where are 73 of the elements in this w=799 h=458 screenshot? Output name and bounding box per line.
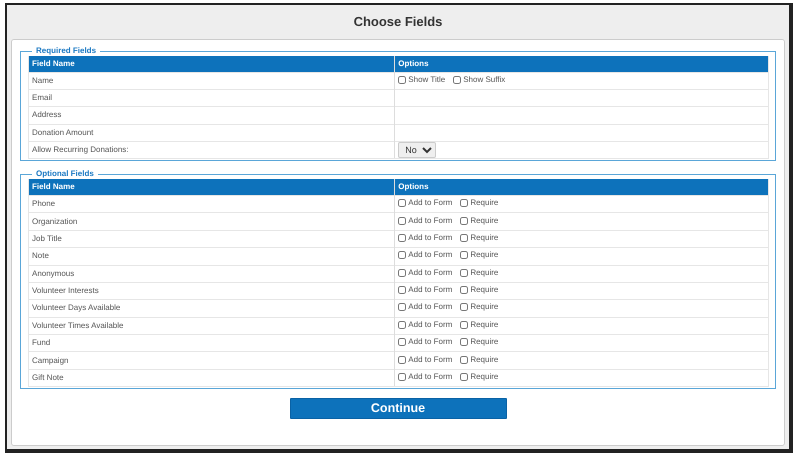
- checkbox-label[interactable]: Add to Form: [408, 197, 452, 210]
- dropdown[interactable]: No: [398, 142, 436, 158]
- checkbox[interactable]: [398, 268, 406, 277]
- table-cell: Campaign: [28, 352, 395, 370]
- checkbox[interactable]: [460, 303, 468, 312]
- table-cell: Volunteer Days Available: [28, 300, 395, 318]
- checkbox-label[interactable]: Show Title: [408, 74, 446, 86]
- checkbox[interactable]: [398, 356, 406, 364]
- checkbox-label[interactable]: Add to Form: [408, 371, 452, 384]
- checkbox-label[interactable]: Require: [470, 336, 498, 348]
- checkbox-label[interactable]: Require: [470, 197, 498, 210]
- table-cell: Donation Amount: [28, 124, 395, 142]
- checkbox-label[interactable]: Add to Form: [408, 354, 452, 366]
- column-header: Field Name: [28, 179, 395, 196]
- checkbox-label[interactable]: Require: [470, 301, 498, 314]
- column-header: Field Name: [28, 56, 395, 72]
- table-cell: Anonymous: [28, 265, 395, 282]
- checkbox[interactable]: [460, 356, 468, 364]
- table-cell: Name: [28, 72, 395, 90]
- table-cell: Phone: [28, 195, 395, 213]
- checkbox[interactable]: [398, 338, 406, 346]
- checkbox[interactable]: [398, 303, 406, 312]
- checkbox-label[interactable]: Add to Form: [408, 301, 452, 314]
- section-legend: Optional Fields: [32, 169, 98, 180]
- table-cell: Gift Note: [28, 369, 395, 387]
- checkbox[interactable]: [398, 373, 406, 382]
- checkbox[interactable]: [460, 251, 468, 260]
- checkbox-label[interactable]: Require: [470, 318, 498, 331]
- checkbox[interactable]: [453, 76, 462, 84]
- table-cell: Email: [28, 89, 395, 107]
- checkbox-label[interactable]: Add to Form: [408, 232, 452, 244]
- table-cell: Volunteer Interests: [28, 282, 395, 300]
- checkbox-label[interactable]: Require: [470, 284, 498, 296]
- section-legend: Required Fields: [32, 46, 100, 56]
- checkbox[interactable]: [460, 320, 468, 329]
- checkbox-label[interactable]: Require: [470, 249, 498, 262]
- checkbox-label[interactable]: Require: [470, 232, 498, 244]
- checkbox[interactable]: [398, 76, 406, 84]
- checkbox-label[interactable]: Add to Form: [408, 249, 452, 262]
- checkbox[interactable]: [398, 234, 406, 242]
- table-cell: Organization: [28, 212, 395, 230]
- checkbox[interactable]: [398, 286, 406, 294]
- checkbox-label[interactable]: Add to Form: [408, 336, 452, 348]
- checkbox[interactable]: [460, 373, 468, 382]
- table-cell: Fund: [28, 334, 395, 352]
- checkbox[interactable]: [460, 199, 468, 208]
- table-cell: Job Title: [28, 230, 395, 248]
- column-header: Options: [394, 56, 768, 72]
- continue-button[interactable]: Continue: [290, 398, 506, 420]
- table-cell: Address: [28, 106, 395, 124]
- checkbox-label[interactable]: Require: [470, 371, 498, 384]
- checkbox[interactable]: [398, 216, 406, 225]
- checkbox-label[interactable]: Add to Form: [408, 318, 452, 331]
- table-cell: Volunteer Times Available: [28, 317, 395, 335]
- column-header: Options: [394, 179, 768, 196]
- table-cell: Note: [28, 248, 395, 266]
- checkbox-label[interactable]: Require: [470, 354, 498, 366]
- checkbox-label[interactable]: Add to Form: [408, 284, 452, 296]
- checkbox[interactable]: [460, 234, 468, 242]
- table-cell: Allow Recurring Donations:: [28, 142, 395, 159]
- checkbox[interactable]: [460, 286, 468, 294]
- checkbox[interactable]: [460, 338, 468, 346]
- checkbox[interactable]: [460, 216, 468, 225]
- dialog-title: Choose Fields: [352, 13, 444, 32]
- checkbox[interactable]: [398, 199, 406, 208]
- checkbox-label[interactable]: Require: [470, 266, 498, 279]
- checkbox-label[interactable]: Require: [470, 214, 498, 227]
- checkbox[interactable]: [460, 268, 468, 277]
- checkbox-label[interactable]: Add to Form: [408, 266, 452, 279]
- checkbox[interactable]: [398, 251, 406, 260]
- checkbox-label[interactable]: Add to Form: [408, 214, 452, 227]
- checkbox[interactable]: [398, 320, 406, 329]
- checkbox-label[interactable]: Show Suffix: [463, 74, 506, 86]
